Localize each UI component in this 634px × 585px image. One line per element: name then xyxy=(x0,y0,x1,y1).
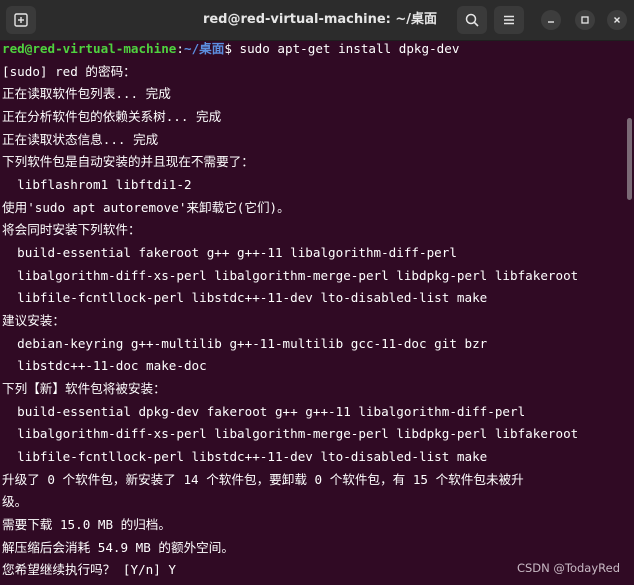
output-line: 下列软件包是自动安装的并且现在不需要了： xyxy=(2,154,254,169)
output-line: libflashrom1 libftdi1-2 xyxy=(2,177,192,192)
maximize-icon xyxy=(581,16,589,24)
watermark: CSDN @TodayRed xyxy=(516,561,620,575)
output-line: libalgorithm-diff-xs-perl libalgorithm-m… xyxy=(2,426,579,441)
terminal-window: red@red-virtual-machine: ~/桌面 red@red-vi… xyxy=(0,0,634,585)
search-icon xyxy=(465,13,479,27)
output-line: 需要下载 15.0 MB 的归档。 xyxy=(2,517,171,532)
output-line: 正在分析软件包的依赖关系树... 完成 xyxy=(2,109,222,124)
terminal-scrollbar[interactable] xyxy=(627,118,632,200)
close-button[interactable] xyxy=(607,10,627,30)
prompt-symbol: $ xyxy=(224,41,232,56)
output-line: 级。 xyxy=(2,494,28,509)
output-line: 正在读取软件包列表... 完成 xyxy=(2,86,171,101)
output-line: build-essential fakeroot g++ g++-11 liba… xyxy=(2,245,457,260)
minimize-button[interactable] xyxy=(541,10,561,30)
output-line: build-essential dpkg-dev fakeroot g++ g+… xyxy=(2,404,526,419)
output-line: 正在读取状态信息... 完成 xyxy=(2,132,159,147)
menu-button[interactable] xyxy=(494,6,524,34)
prompt-user-host: red@red-virtual-machine xyxy=(2,41,177,56)
output-line: 下列【新】软件包将被安装： xyxy=(2,381,166,396)
window-title: red@red-virtual-machine: ~/桌面 xyxy=(202,12,438,27)
output-line: 建议安装： xyxy=(2,313,65,328)
terminal-output[interactable]: red@red-virtual-machine:~/桌面$ sudo apt-g… xyxy=(0,41,624,585)
search-button[interactable] xyxy=(457,6,487,34)
prompt-separator: : xyxy=(176,41,184,56)
new-tab-icon xyxy=(14,13,28,27)
maximize-button[interactable] xyxy=(575,10,595,30)
prompt-line: red@red-virtual-machine:~/桌面$ sudo apt-g… xyxy=(2,38,459,60)
title-bar[interactable]: red@red-virtual-machine: ~/桌面 xyxy=(0,0,634,41)
output-line: libstdc++-11-doc make-doc xyxy=(2,358,207,373)
output-line: 升级了 0 个软件包，新安装了 14 个软件包，要卸载 0 个软件包，有 15 … xyxy=(2,472,524,487)
output-line: 您希望继续执行吗？ [Y/n] Y xyxy=(2,562,177,577)
output-line: debian-keyring g++-multilib g++-11-multi… xyxy=(2,336,488,351)
output-line: libfile-fcntllock-perl libstdc++-11-dev … xyxy=(2,290,488,305)
close-icon xyxy=(614,17,620,23)
new-tab-button[interactable] xyxy=(6,6,36,34)
minimize-icon xyxy=(548,21,554,23)
output-line: 解压缩后会消耗 54.9 MB 的额外空间。 xyxy=(2,540,234,555)
hamburger-menu-icon xyxy=(504,15,514,25)
output-line: [sudo] red 的密码： xyxy=(2,64,136,79)
prompt-command: sudo apt-get install dpkg-dev xyxy=(231,41,460,56)
output-line: 将会同时安装下列软件： xyxy=(2,222,141,237)
output-line: libalgorithm-diff-xs-perl libalgorithm-m… xyxy=(2,268,579,283)
output-line: 使用'sudo apt autoremove'来卸载它(它们)。 xyxy=(2,200,290,215)
prompt-path: ~/桌面 xyxy=(183,41,225,56)
output-line: libfile-fcntllock-perl libstdc++-11-dev … xyxy=(2,449,488,464)
